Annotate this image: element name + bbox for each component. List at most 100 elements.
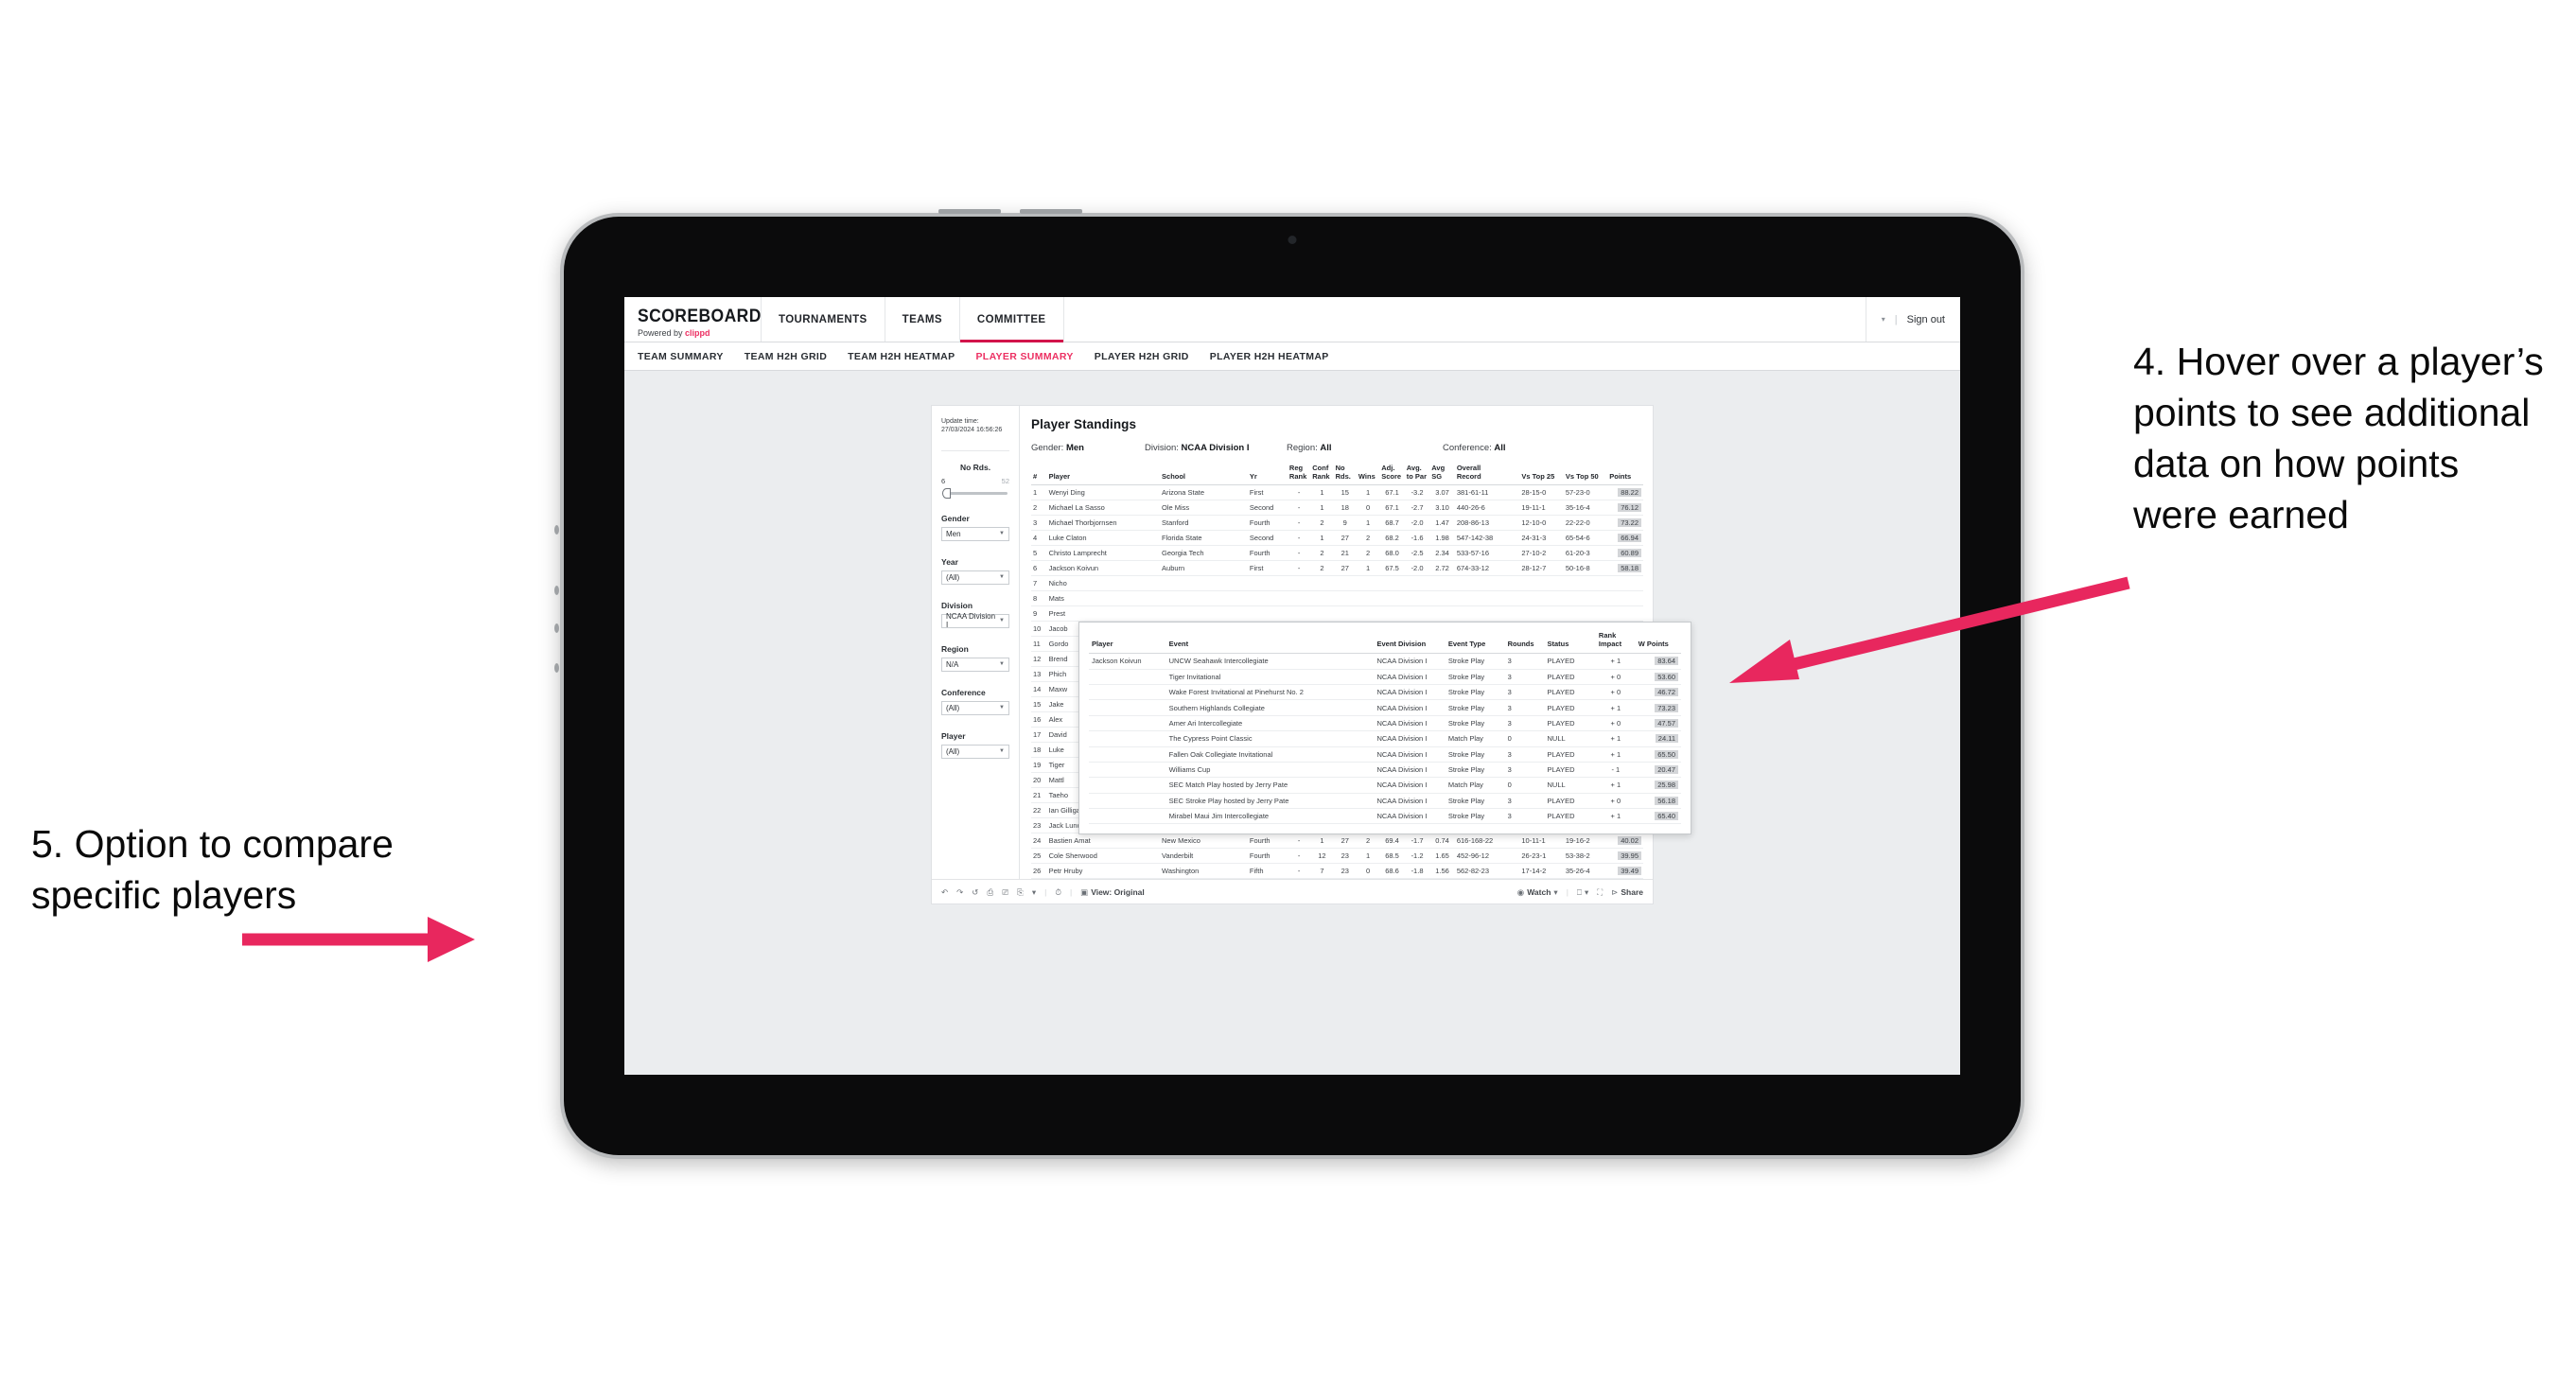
tab-player-summary[interactable]: PLAYER SUMMARY xyxy=(975,351,1073,362)
table-row[interactable]: 7 Nicho xyxy=(1031,575,1643,592)
points-pill[interactable]: 39.49 xyxy=(1618,867,1641,876)
download-icon[interactable]: ⎘ xyxy=(1017,887,1024,897)
tt-status-cell: PLAYED xyxy=(1544,653,1596,670)
table-row[interactable]: 3 Michael Thorbjornsen Stanford Fourth -2 9 1 6… xyxy=(1031,515,1643,532)
filter-gender-select[interactable]: Men ▼ xyxy=(941,526,1009,541)
tt-status-cell: PLAYED xyxy=(1544,808,1596,825)
chevron-down-icon[interactable]: ▾ xyxy=(1032,887,1036,897)
viz-body: Update time: 27/03/2024 16:56:26 No Rds.… xyxy=(932,406,1691,880)
filter-division-select[interactable]: NCAA Division I ▼ xyxy=(941,612,1009,630)
refresh-data-icon[interactable]: ⎙ xyxy=(987,887,993,897)
col-school[interactable]: School xyxy=(1160,463,1248,486)
slider-handle[interactable] xyxy=(942,487,951,499)
table-row[interactable]: 2 Michael La Sasso Ole Miss Second -1 18 0 67.1… xyxy=(1031,500,1643,517)
col-conf-rank[interactable]: Conf Rank xyxy=(1310,463,1334,486)
view-original-button[interactable]: ▣ View: Original xyxy=(1080,887,1145,897)
share-button[interactable]: ⊳ Share xyxy=(1611,887,1643,897)
fullscreen-icon[interactable]: ⛶ xyxy=(1597,887,1603,897)
device-side-dot-3 xyxy=(554,623,559,633)
tt-w-points-cell: 73.23 xyxy=(1635,699,1681,716)
col-avg-sg[interactable]: Avg SG xyxy=(1429,463,1455,486)
table-row[interactable]: 5 Christo Lamprecht Georgia Tech Fourth -2 21… xyxy=(1031,545,1643,562)
rank-cell: 23 xyxy=(1031,817,1047,834)
points-cell[interactable]: 39.49 xyxy=(1607,863,1643,880)
col-adj-score[interactable]: Adj. Score xyxy=(1379,463,1405,486)
history-icon[interactable]: ⏱ xyxy=(1055,887,1061,897)
points-cell[interactable]: 58.18 xyxy=(1607,560,1643,577)
filter-player-select[interactable]: (All) ▼ xyxy=(941,744,1009,759)
tt-event-cell: Tiger Invitational xyxy=(1165,669,1375,686)
col-reg-rank[interactable]: Reg Rank xyxy=(1287,463,1311,486)
chevron-down-icon[interactable]: ▾ xyxy=(1882,315,1885,324)
points-cell[interactable]: 88.22 xyxy=(1607,484,1643,501)
chevron-down-icon: ▼ xyxy=(999,531,1005,537)
table-row[interactable]: 6 Jackson Koivun Auburn First -2 27 1 67.5 -2.0 2… xyxy=(1031,560,1643,577)
tt-w-points-cell: 65.40 xyxy=(1635,808,1681,825)
table-row[interactable]: 26 Petr Hruby Washington Fifth -7 23 0 68.6 -1.8… xyxy=(1031,863,1643,880)
points-cell[interactable]: 73.22 xyxy=(1607,515,1643,532)
points-cell[interactable] xyxy=(1607,605,1643,623)
undo-icon[interactable]: ↶ xyxy=(941,887,948,897)
tab-team-h2h-heatmap[interactable]: TEAM H2H HEATMAP xyxy=(848,351,955,362)
filter-division-value: NCAA Division I xyxy=(946,612,996,630)
points-cell[interactable]: 66.94 xyxy=(1607,530,1643,547)
watch-button[interactable]: ◉ Watch ▾ xyxy=(1517,887,1558,897)
points-cell[interactable]: 40.02 xyxy=(1607,833,1643,850)
col-wins[interactable]: Wins xyxy=(1356,463,1380,486)
points-cell[interactable]: 39.95 xyxy=(1607,848,1643,865)
points-cell[interactable] xyxy=(1607,575,1643,592)
filter-region-value: N/A xyxy=(946,659,959,669)
filter-region-select[interactable]: N/A ▼ xyxy=(941,657,1009,672)
download-viz-button[interactable]: ⎕ ▾ xyxy=(1577,887,1588,897)
tab-team-h2h-grid[interactable]: TEAM H2H GRID xyxy=(745,351,827,362)
vs-top-50-cell: 50-16-8 xyxy=(1563,560,1608,577)
filter-conference-select[interactable]: (All) ▼ xyxy=(941,700,1009,715)
table-row[interactable]: 4 Luke Claton Florida State Second -1 27 2 68.2… xyxy=(1031,530,1643,547)
points-cell[interactable]: 60.89 xyxy=(1607,545,1643,562)
points-pill[interactable]: 39.95 xyxy=(1618,851,1641,861)
tt-status-cell: PLAYED xyxy=(1544,699,1596,716)
filter-year-select[interactable]: (All) ▼ xyxy=(941,570,1009,585)
col-points[interactable]: Points xyxy=(1607,463,1643,486)
table-row[interactable]: 24 Bastien Amat New Mexico Fourth -1 27 2 69.4-… xyxy=(1031,833,1643,850)
rank-cell: 15 xyxy=(1031,696,1047,713)
points-pill[interactable]: 73.22 xyxy=(1618,518,1641,528)
col-rank[interactable]: # xyxy=(1031,463,1047,486)
col-no-rds[interactable]: No Rds. xyxy=(1333,463,1357,486)
points-pill[interactable]: 66.94 xyxy=(1618,534,1641,543)
nav-item-teams[interactable]: TEAMS xyxy=(885,297,960,342)
col-overall-record[interactable]: Overall Record xyxy=(1454,463,1520,486)
nav-item-committee[interactable]: COMMITTEE xyxy=(959,297,1064,342)
tab-player-h2h-heatmap[interactable]: PLAYER H2H HEATMAP xyxy=(1210,351,1329,362)
col-year[interactable]: Yr xyxy=(1247,463,1288,486)
watch-icon: ◉ xyxy=(1516,886,1525,897)
table-row[interactable]: 1 Wenyi Ding Arizona State First -1 15 1 67.1 -3… xyxy=(1031,484,1643,501)
sign-out-link[interactable]: Sign out xyxy=(1907,314,1945,325)
points-pill[interactable]: 88.22 xyxy=(1618,488,1641,498)
wins-cell: 0 xyxy=(1356,500,1380,517)
revert-icon[interactable]: ↺ xyxy=(972,887,978,897)
col-vs-top-25[interactable]: Vs Top 25 xyxy=(1519,463,1564,486)
points-cell[interactable]: 76.12 xyxy=(1607,500,1643,517)
table-row[interactable]: 25 Cole Sherwood Vanderbilt Fourth -12 23 1 68.… xyxy=(1031,848,1643,865)
points-pill[interactable]: 76.12 xyxy=(1618,503,1641,513)
points-cell[interactable] xyxy=(1607,590,1643,607)
no-rounds-slider[interactable] xyxy=(941,487,1009,499)
points-pill[interactable]: 40.02 xyxy=(1618,836,1641,846)
update-time-label: Update time: xyxy=(941,418,979,425)
brand-logo[interactable]: SCOREBOARD Powered by clippd xyxy=(624,297,762,342)
nav-item-tournaments[interactable]: TOURNAMENTS xyxy=(762,297,885,342)
avg-to-par-cell: -1.6 xyxy=(1404,530,1430,547)
rank-cell: 20 xyxy=(1031,772,1047,789)
col-vs-top-50[interactable]: Vs Top 50 xyxy=(1563,463,1608,486)
table-row[interactable]: 9 Prest xyxy=(1031,605,1643,623)
tab-team-summary[interactable]: TEAM SUMMARY xyxy=(638,351,724,362)
pause-auto-updates-icon[interactable]: ⎚ xyxy=(1002,887,1008,897)
tab-player-h2h-grid[interactable]: PLAYER H2H GRID xyxy=(1095,351,1189,362)
table-row[interactable]: 8 Mats xyxy=(1031,590,1643,607)
points-pill[interactable]: 60.89 xyxy=(1618,549,1641,558)
redo-icon[interactable]: ↷ xyxy=(956,887,963,897)
col-player[interactable]: Player xyxy=(1046,463,1161,486)
points-pill[interactable]: 58.18 xyxy=(1618,564,1641,573)
col-avg-to-par[interactable]: Avg. to Par xyxy=(1404,463,1430,486)
